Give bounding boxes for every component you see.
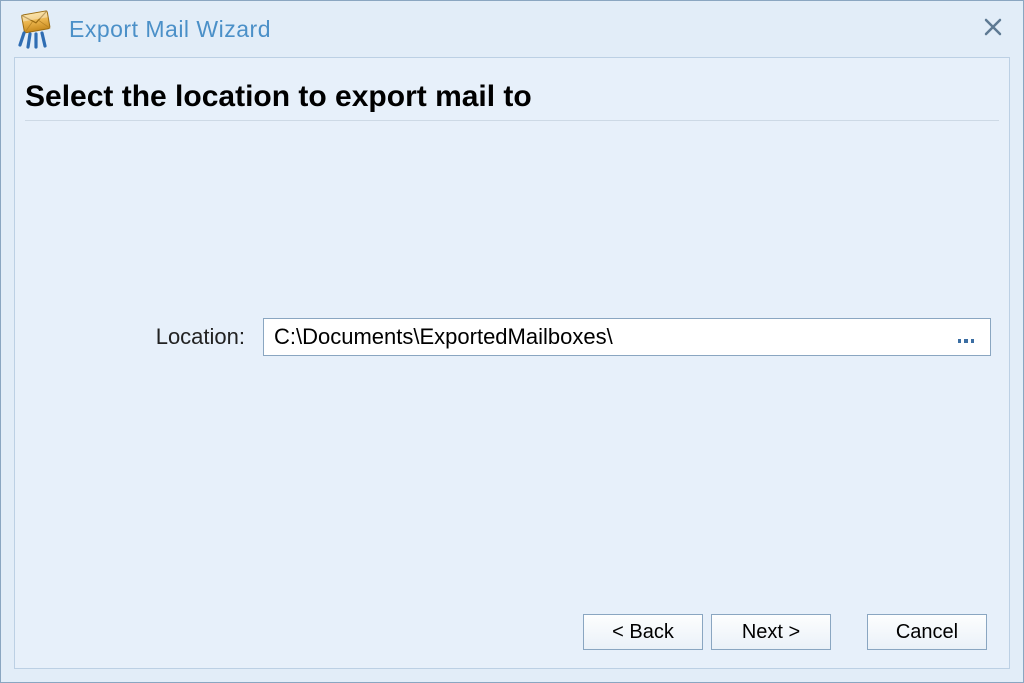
- location-input[interactable]: [274, 319, 940, 355]
- location-field-wrap: [263, 318, 991, 356]
- nav-button-pair: < Back Next >: [583, 614, 831, 650]
- page-heading: Select the location to export mail to: [25, 80, 999, 114]
- cancel-button[interactable]: Cancel: [867, 614, 987, 650]
- close-button[interactable]: [979, 13, 1007, 41]
- divider: [25, 120, 999, 121]
- location-row: Location:: [15, 318, 1009, 356]
- window-title: Export Mail Wizard: [69, 16, 271, 43]
- next-button[interactable]: Next >: [711, 614, 831, 650]
- back-button[interactable]: < Back: [583, 614, 703, 650]
- wizard-panel: Select the location to export mail to Lo…: [14, 57, 1010, 669]
- heading-wrap: Select the location to export mail to: [15, 58, 1009, 131]
- wizard-window: Export Mail Wizard Select the location t…: [0, 0, 1024, 683]
- mail-export-icon: [15, 9, 55, 49]
- location-label: Location:: [33, 324, 263, 350]
- browse-button[interactable]: [950, 319, 982, 355]
- button-bar: < Back Next > Cancel: [583, 614, 987, 650]
- ellipsis-icon: [958, 339, 975, 343]
- title-bar: Export Mail Wizard: [1, 1, 1023, 57]
